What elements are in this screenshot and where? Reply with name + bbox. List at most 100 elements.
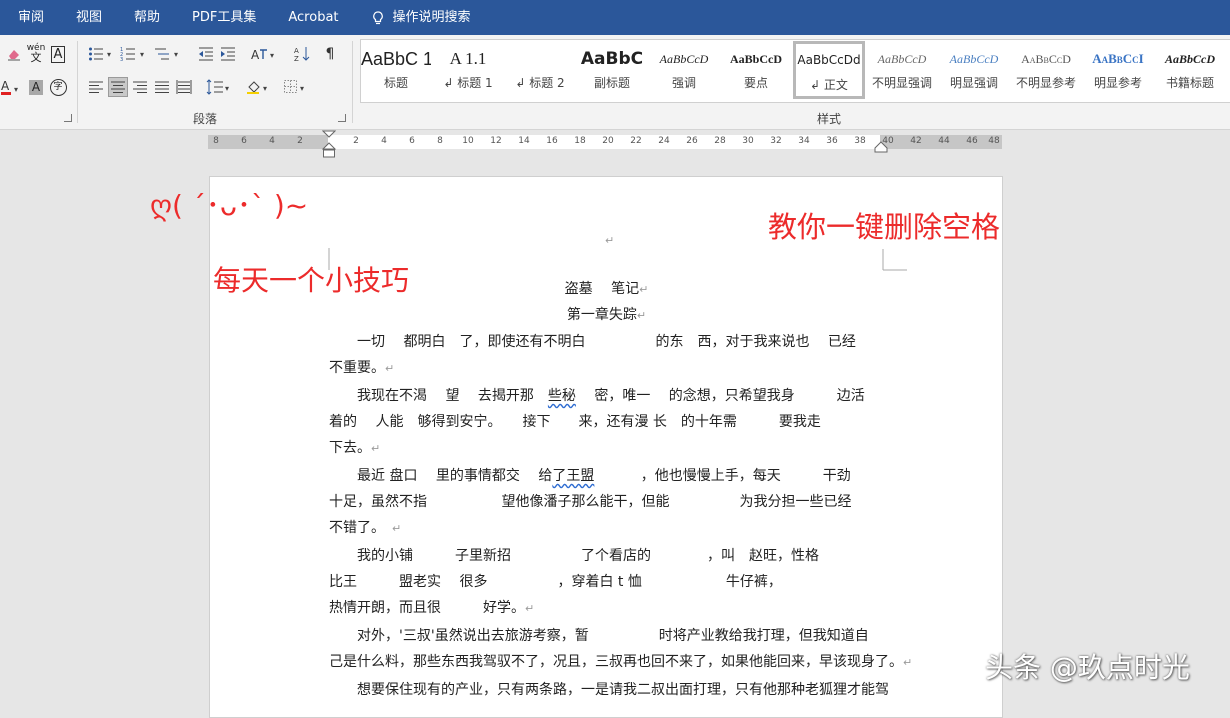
chapter-title[interactable]: 第一章失踪↵ xyxy=(329,302,884,329)
style-intense-reference[interactable]: AaBbCcI 明显参考 xyxy=(1083,42,1153,98)
document-line[interactable]: 比王 盟老实 很多 ，穿着白 t 恤 牛仔裤， xyxy=(329,569,884,595)
decrease-indent-button[interactable] xyxy=(196,44,216,64)
daily-tip-overlay: 每天一个小技巧 xyxy=(213,264,410,297)
ruler-tick: 8 xyxy=(437,136,443,146)
document-title[interactable]: 盗墓 笔记↵ xyxy=(329,276,884,303)
svg-text:▾: ▾ xyxy=(270,51,274,60)
increase-indent-button[interactable] xyxy=(218,44,238,64)
borders-button[interactable]: ▾ xyxy=(283,77,309,97)
grammar-flagged-text[interactable]: 些秘 xyxy=(548,388,576,404)
document-line[interactable]: 不错了。 ↵ xyxy=(329,515,884,542)
document-title-text: 盗墓 笔记 xyxy=(564,281,640,297)
font-dialog-launcher[interactable] xyxy=(64,114,72,122)
ruler-tick: 4 xyxy=(381,136,387,146)
align-center-button[interactable] xyxy=(108,77,128,97)
style-subtle-reference[interactable]: AaBbCcD 不明显参考 xyxy=(1011,42,1081,98)
document-line[interactable]: 我的小铺 子里新招 了个看店的 ，叫 赵旺，性格 xyxy=(329,543,884,569)
character-border-icon: A xyxy=(50,45,66,63)
ruler-tick: 2 xyxy=(353,136,359,146)
ruler-tick: 42 xyxy=(910,136,922,146)
svg-text:▾: ▾ xyxy=(225,84,229,93)
document-line[interactable]: 己是什么料，那些东西我驾驭不了，况且，三叔再也回不来了，如果他能回来，早该现身了… xyxy=(329,649,912,676)
character-border-button[interactable]: A xyxy=(48,44,68,64)
phonetic-guide-button[interactable]: wén 文 xyxy=(26,44,46,64)
style-preview: AaBbC 1 xyxy=(361,49,431,69)
tab-review[interactable]: 审阅 xyxy=(0,0,60,35)
tab-acrobat[interactable]: Acrobat xyxy=(272,0,354,35)
svg-text:▾: ▾ xyxy=(14,85,18,94)
paragraph-mark: ↵ xyxy=(385,362,395,375)
document-line-text: 不重要。 xyxy=(329,360,385,376)
document-line[interactable]: 一切 都明白 了，即使还有不明白 的东 西，对于我来说也 已经 xyxy=(329,329,884,355)
enclose-characters-button[interactable]: 字 xyxy=(48,77,68,97)
tab-pdf-tools[interactable]: PDF工具集 xyxy=(176,0,272,35)
ruler-tick: 16 xyxy=(546,136,558,146)
show-paragraph-marks-button[interactable]: ¶ xyxy=(320,44,340,64)
group-separator xyxy=(77,41,78,123)
bullets-button[interactable] xyxy=(86,44,106,64)
asian-layout-button[interactable]: A ▾ xyxy=(251,44,277,64)
styles-group-label: 样式 xyxy=(817,112,842,126)
document-line[interactable]: 想要保住现有的产业，只有两条路，一是请我二叔出面打理，只有他那种老狐狸才能驾 xyxy=(329,677,889,703)
lightbulb-icon xyxy=(372,10,383,24)
grammar-flagged-text[interactable]: 了王盟 xyxy=(552,468,594,484)
sort-icon: AZ xyxy=(294,47,310,62)
document-line[interactable]: 十足，虽然不指 望他像潘子那么能干，但能 为我分担一些已经 xyxy=(329,489,884,515)
font-color-button[interactable]: A ▾ xyxy=(0,77,22,97)
chevron-down-icon[interactable]: ▾ xyxy=(174,50,178,59)
document-line-text: 我的小铺 子里新招 了个看店的 ，叫 赵旺，性格 xyxy=(357,548,819,564)
multilevel-list-icon xyxy=(155,48,169,60)
style-preview: AaBbCcD xyxy=(877,52,927,66)
right-indent-marker[interactable] xyxy=(874,141,888,153)
justify-button[interactable] xyxy=(152,77,172,97)
style-normal[interactable]: AaBbCcDd ↲ 正文 xyxy=(793,41,865,99)
style-preview: AaBbCcDd xyxy=(797,53,861,67)
style-subtitle[interactable]: AaBbC 副标题 xyxy=(577,42,647,98)
font-color-icon: A ▾ xyxy=(1,79,18,95)
document-line[interactable]: 着的 人能 够得到安宁。 接下 来，还有漫 长 的十年需 要我走 xyxy=(329,409,884,435)
document-line[interactable]: 下去。↵ xyxy=(329,435,884,462)
style-name: 强调 xyxy=(671,76,696,90)
document-line[interactable]: 热情开朗，而且很 好学。↵ xyxy=(329,595,884,622)
style-name: 不明显强调 xyxy=(871,76,932,90)
document-line[interactable]: 我现在不渴 望 去揭开那 些秘 密，唯一 的念想，只希望我身 边活 xyxy=(329,383,884,409)
distributed-button[interactable] xyxy=(174,77,194,97)
document-line[interactable]: 对外，'三叔'虽然说出去旅游考察，暂 时将产业教给我打理，但我知道自 xyxy=(329,623,884,649)
style-emphasis[interactable]: AaBbCcD 强调 xyxy=(649,42,719,98)
indent-marker[interactable] xyxy=(322,130,336,160)
style-heading-1[interactable]: A 1.1 ↲ 标题 1 xyxy=(433,42,503,98)
document-line-text: 着的 人能 够得到安宁。 接下 来，还有漫 长 的十年需 要我走 xyxy=(329,414,821,430)
align-right-button[interactable] xyxy=(130,77,150,97)
align-left-icon xyxy=(89,81,103,93)
style-intense-emphasis[interactable]: AaBbCcD 明显强调 xyxy=(939,42,1009,98)
kaomoji-overlay: ღ( ´･ᴗ･` )~ xyxy=(150,189,309,222)
tab-view[interactable]: 视图 xyxy=(60,0,118,35)
style-name: ↲ 标题 2 xyxy=(505,74,575,91)
style-heading-2[interactable]: ↲ 标题 2 xyxy=(505,42,575,98)
style-preview xyxy=(505,42,575,74)
numbered-list-icon: 123 xyxy=(120,47,135,62)
shading-button[interactable]: ▾ xyxy=(246,77,272,97)
style-subtle-emphasis[interactable]: AaBbCcD 不明显强调 xyxy=(867,42,937,98)
clear-formatting-button[interactable] xyxy=(4,44,24,64)
numbering-button[interactable]: 123 xyxy=(118,44,138,64)
tab-help[interactable]: 帮助 xyxy=(118,0,176,35)
ruler-tick: 38 xyxy=(854,136,866,146)
character-shading-button[interactable]: A xyxy=(26,77,46,97)
style-title[interactable]: AaBbC 1 标题 xyxy=(361,42,431,98)
paragraph-dialog-launcher[interactable] xyxy=(338,114,346,122)
align-left-button[interactable] xyxy=(86,77,106,97)
line-spacing-button[interactable]: ▾ xyxy=(206,77,232,97)
document-line[interactable]: 最近 盘口 里的事情都交 给了王盟 ，他也慢慢上手，每天 干劲 xyxy=(329,463,884,489)
document-line[interactable]: 不重要。↵ xyxy=(329,355,884,382)
chevron-down-icon[interactable]: ▾ xyxy=(140,50,144,59)
multilevel-list-button[interactable] xyxy=(152,44,172,64)
chevron-down-icon[interactable]: ▾ xyxy=(107,50,111,59)
style-preview: AaBbCcD xyxy=(1164,52,1215,66)
tell-me-search[interactable]: 操作说明搜索 xyxy=(355,0,487,35)
style-strong[interactable]: AaBbCcD 要点 xyxy=(721,42,791,98)
style-name: ↲ 正文 xyxy=(796,76,862,93)
style-prefix: ↲ xyxy=(515,76,530,90)
style-book-title[interactable]: AaBbCcD 书籍标题 xyxy=(1155,42,1225,98)
sort-button[interactable]: AZ xyxy=(292,44,312,64)
